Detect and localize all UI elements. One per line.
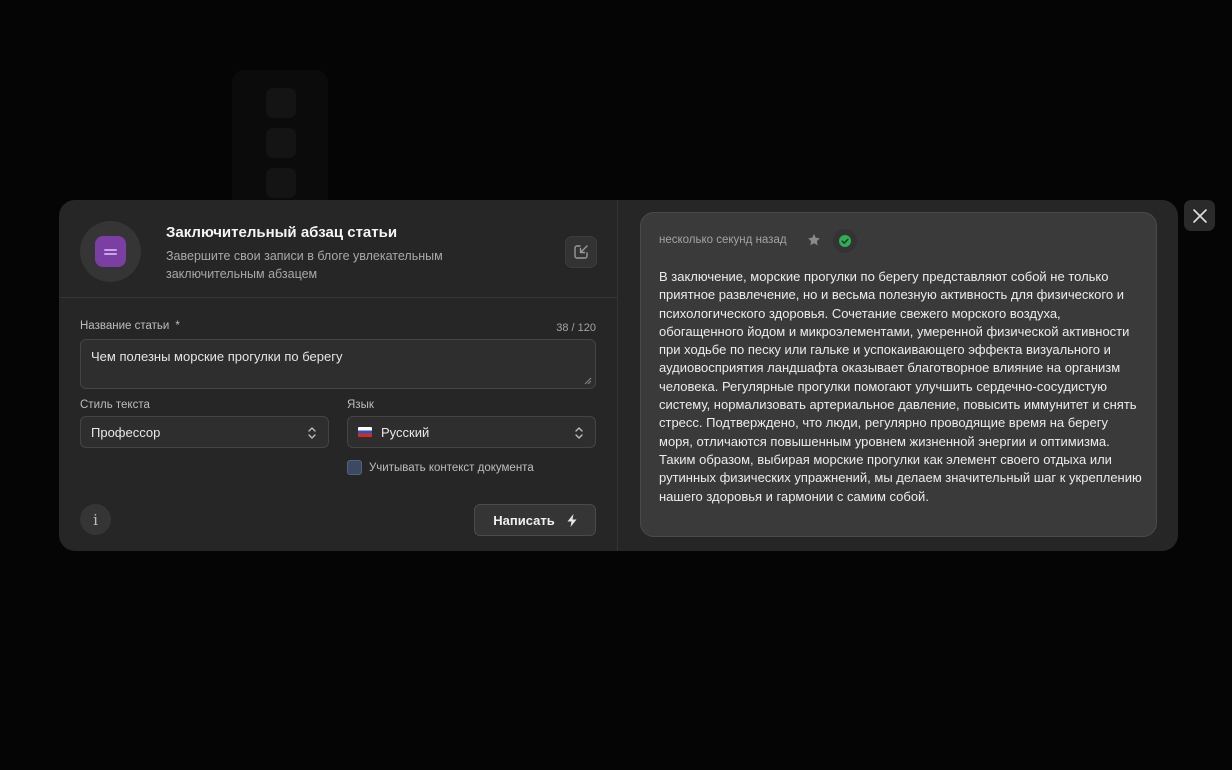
close-button[interactable]	[1184, 200, 1215, 231]
chevron-updown-icon	[308, 427, 316, 439]
chevron-updown-icon	[575, 427, 583, 439]
background-nav-icon	[266, 128, 296, 158]
app-icon-wrap	[80, 221, 141, 282]
background-nav-icon	[266, 168, 296, 198]
form-pane: Заключительный абзац статьи Завершите св…	[59, 200, 618, 551]
write-button-label: Написать	[493, 512, 555, 528]
modal-title: Заключительный абзац статьи	[166, 224, 398, 241]
result-text: В заключение, морские прогулки по берегу…	[659, 269, 1142, 504]
language-value: Русский	[381, 424, 430, 440]
article-title-label: Название статьи *	[80, 320, 180, 332]
export-arrow-icon	[574, 245, 588, 259]
language-label: Язык	[347, 399, 374, 411]
text-style-label: Стиль текста	[80, 399, 150, 411]
background-nav-icon	[266, 88, 296, 118]
modal-header: Заключительный абзац статьи Завершите св…	[59, 200, 617, 298]
context-checkbox-label: Учитывать контекст документа	[369, 461, 534, 474]
text-lines-icon	[95, 236, 126, 267]
modal-subtitle: Завершите свои записи в блоге увлекатель…	[166, 249, 443, 281]
result-timestamp: несколько секунд назад	[659, 234, 787, 246]
article-conclusion-modal: Заключительный абзац статьи Завершите св…	[59, 200, 1178, 551]
write-button[interactable]: Написать	[474, 504, 596, 536]
article-title-input[interactable]: Чем полезны морские прогулки по берегу	[80, 339, 596, 389]
context-checkbox[interactable]	[347, 460, 362, 475]
close-icon	[1192, 208, 1207, 223]
star-icon[interactable]	[807, 233, 821, 247]
result-card: несколько секунд назад В заключение, мор…	[640, 212, 1157, 537]
required-mark: *	[175, 320, 180, 332]
resize-handle-icon[interactable]	[584, 377, 592, 385]
text-style-value: Профессор	[91, 424, 161, 440]
check-circle-icon	[839, 235, 851, 247]
context-checkbox-row[interactable]: Учитывать контекст документа	[347, 460, 534, 475]
language-select[interactable]: Русский	[347, 416, 596, 448]
result-pane: несколько секунд назад В заключение, мор…	[618, 200, 1178, 551]
article-title-label-text: Название статьи	[80, 320, 170, 332]
export-button[interactable]	[565, 236, 597, 268]
ru-flag-icon	[358, 427, 372, 437]
char-counter: 38 / 120	[556, 322, 596, 334]
info-button[interactable]: i	[80, 504, 111, 535]
accept-button[interactable]	[833, 229, 857, 253]
info-icon: i	[93, 510, 98, 529]
text-style-select[interactable]: Профессор	[80, 416, 329, 448]
lightning-icon	[567, 513, 577, 527]
background-sidebar	[232, 70, 328, 210]
article-title-value: Чем полезны морские прогулки по берегу	[91, 349, 343, 364]
